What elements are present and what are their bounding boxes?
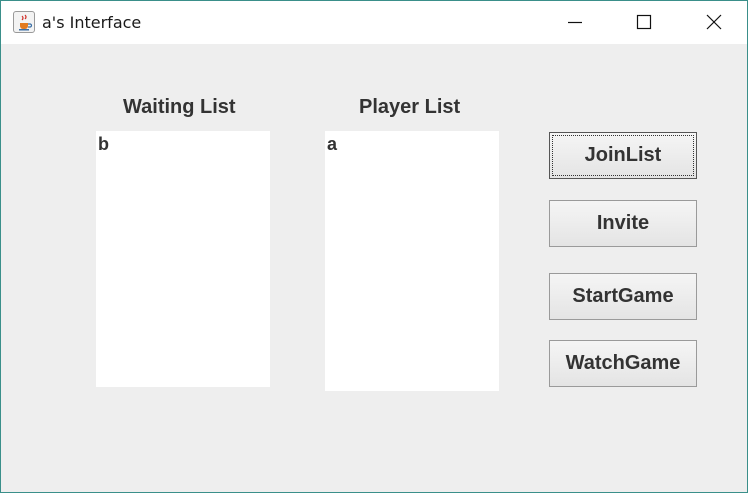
title-bar[interactable]: a's Interface [1, 1, 747, 44]
invite-button[interactable]: Invite [549, 200, 697, 247]
java-coffee-icon [13, 11, 35, 33]
start-game-button[interactable]: StartGame [549, 273, 697, 320]
minimize-icon [568, 21, 582, 24]
maximize-icon [636, 14, 652, 30]
waiting-list-item[interactable]: b [98, 134, 109, 155]
maximize-button[interactable] [621, 1, 667, 44]
watch-game-button[interactable]: WatchGame [549, 340, 697, 387]
minimize-button[interactable] [552, 1, 598, 44]
player-list-item[interactable]: a [327, 134, 337, 155]
window-title: a's Interface [42, 13, 142, 32]
close-button[interactable] [691, 1, 737, 44]
join-list-button[interactable]: JoinList [549, 132, 697, 179]
player-list[interactable]: a [325, 131, 499, 391]
player-list-label: Player List [359, 96, 461, 118]
app-window: a's Interface Waiting List b Player List… [0, 0, 748, 493]
close-icon [706, 14, 722, 30]
waiting-list[interactable]: b [96, 131, 270, 387]
waiting-list-label: Waiting List [123, 96, 236, 118]
